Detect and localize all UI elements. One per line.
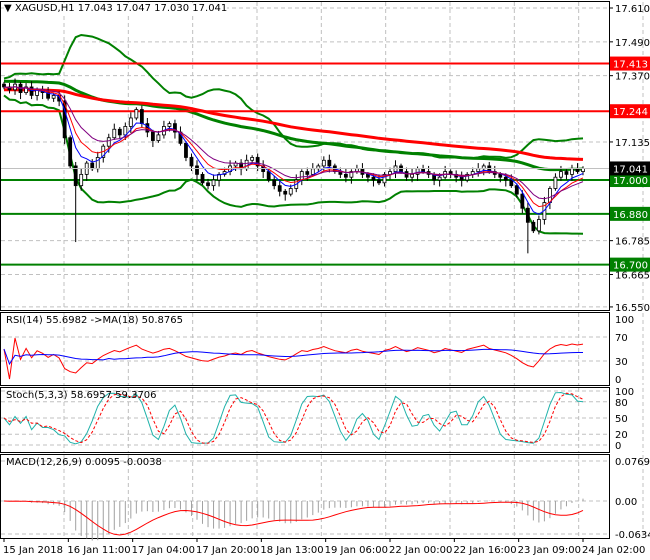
price-tick-label: 16.550	[615, 303, 650, 314]
time-label: 17 Jan 04:00	[132, 545, 195, 556]
candle-body	[277, 185, 282, 192]
candle-body	[167, 123, 172, 127]
candle-body	[437, 176, 442, 181]
rsi-label: RSI(14) 55.6982 ->MA(18) 50.8765	[6, 315, 183, 326]
axis-tick-label: 30	[615, 357, 628, 368]
candle-body	[520, 193, 525, 209]
level-label: 16.700	[613, 261, 648, 272]
time-label: 17 Jan 20:00	[196, 545, 259, 556]
candle-body	[421, 168, 425, 172]
price-tick-label: 17.135	[615, 138, 650, 149]
candle-body	[106, 137, 111, 147]
axis-tick-label: 0.00	[615, 497, 637, 508]
ohlc-values: 17.043 17.047 17.030 17.041	[77, 3, 228, 14]
candle-body	[476, 168, 481, 172]
time-label: 23 Jan 09:00	[518, 545, 581, 556]
axis-tick-label: -0.0634	[615, 530, 650, 541]
candle-body	[250, 157, 255, 161]
candle-body	[299, 171, 304, 181]
axis-tick-label: 80	[615, 398, 628, 409]
axis-tick-label: 0.0769	[615, 457, 650, 468]
candle-body	[514, 185, 519, 195]
candle-body	[570, 168, 574, 175]
candle-body	[283, 190, 288, 195]
candle-body	[559, 171, 563, 178]
axis-tick-label: 50	[615, 414, 628, 425]
axis-tick-label: 70	[615, 333, 628, 344]
candle-body	[305, 171, 310, 175]
axis-tick-label: 0	[615, 441, 621, 452]
candle-body	[327, 159, 332, 167]
candle-body	[90, 162, 95, 170]
macd-label: MACD(12,26,9) 0.0095 -0.0038	[6, 457, 162, 468]
candle-body	[117, 128, 122, 136]
level-label: 17.000	[613, 176, 648, 187]
candle-body	[128, 117, 133, 127]
candle-body	[371, 176, 376, 181]
candle-body	[156, 134, 161, 141]
candle-body	[150, 131, 155, 141]
candle-body	[564, 171, 569, 175]
axis-tick-label: 100	[615, 315, 634, 326]
candle-body	[68, 137, 73, 167]
level-label: 17.413	[613, 60, 648, 71]
candle-body	[498, 173, 503, 178]
time-label: 18 Jan 13:00	[260, 545, 323, 556]
price-tick-label: 17.610	[615, 4, 650, 15]
candle-body	[184, 142, 188, 158]
symbol-label: XAGUSD,H1	[14, 3, 75, 14]
time-label: 24 Jan 02:00	[582, 545, 645, 556]
dropdown-triangle-icon[interactable]: ▼	[4, 3, 12, 14]
time-label: 22 Jan 00:00	[389, 545, 452, 556]
candle-body	[404, 171, 409, 178]
candle-body	[343, 173, 348, 178]
candle-body	[288, 188, 293, 195]
candle-body	[195, 165, 199, 175]
time-label: 22 Jan 16:00	[453, 545, 516, 556]
candle-body	[123, 126, 128, 136]
candle-body	[189, 157, 194, 167]
time-label: 15 Jan 2018	[3, 545, 63, 556]
candle-body	[272, 179, 277, 187]
candle-body	[503, 176, 508, 181]
candle-body	[525, 207, 530, 223]
candle-body	[134, 109, 139, 119]
current-price-label: 17.041	[613, 164, 648, 175]
level-label: 17.244	[613, 107, 648, 118]
price-tick-label: 17.370	[615, 72, 650, 83]
candle-body	[51, 95, 56, 99]
time-label: 19 Jan 06:00	[325, 545, 388, 556]
stoch-label: Stoch(5,3,3) 58.6957 59.3706	[6, 390, 157, 401]
chart-title: ▼ XAGUSD,H1 17.043 17.047 17.030 17.041	[4, 3, 228, 14]
axis-tick-label: 100	[615, 387, 634, 398]
candle-body	[459, 176, 464, 181]
axis-tick-label: 20	[615, 430, 628, 441]
candle-body	[211, 179, 216, 187]
candle-body	[244, 159, 249, 170]
candle-body	[575, 168, 580, 172]
price-tick-label: 16.785	[615, 237, 650, 248]
candle-body	[266, 171, 271, 181]
candle-body	[536, 219, 541, 232]
level-label: 16.880	[613, 210, 648, 221]
candle-body	[206, 182, 210, 187]
candle-body	[553, 176, 558, 189]
candle-body	[79, 173, 84, 187]
price-tick-label: 16.665	[615, 270, 650, 281]
candle-body	[531, 221, 536, 232]
candle-body	[509, 179, 514, 187]
price-tick-label: 17.490	[615, 38, 650, 49]
candle-body	[2, 83, 6, 88]
candle-body	[112, 128, 117, 139]
time-label: 16 Jan 11:00	[67, 545, 130, 556]
candle-body	[410, 173, 414, 178]
candle-body	[200, 173, 205, 184]
candle-body	[310, 168, 315, 175]
axis-tick-label: 0	[615, 375, 621, 386]
candle-body	[377, 179, 381, 184]
price-chart[interactable]: 15 Jan 2018 16 Jan 11:00 17 Jan 04:00 17 Ja…	[0, 0, 650, 560]
candle-body	[139, 109, 144, 125]
candle-body	[321, 159, 326, 167]
